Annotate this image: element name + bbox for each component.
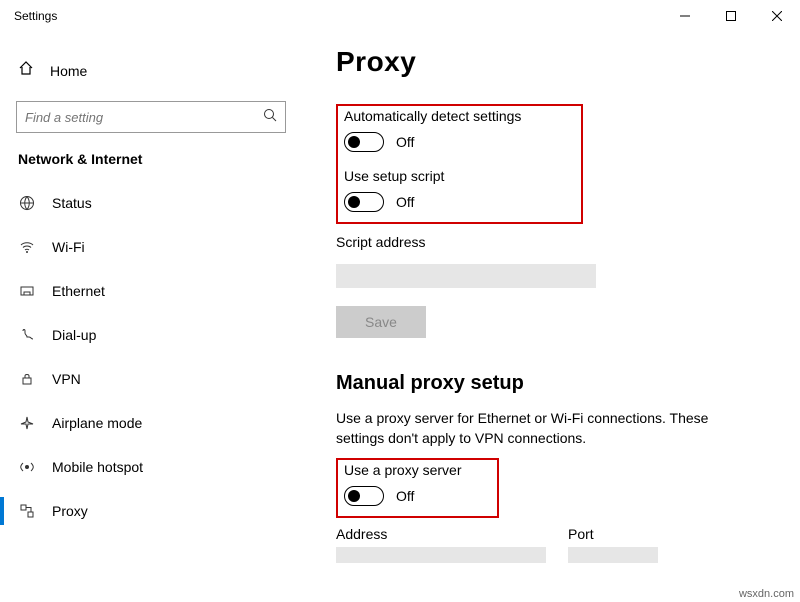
setup-script-label: Use setup script <box>344 168 521 184</box>
sidebar-item-vpn[interactable]: VPN <box>0 357 302 401</box>
setup-script-state: Off <box>396 194 414 210</box>
close-button[interactable] <box>754 0 800 32</box>
category-title: Network & Internet <box>0 151 302 181</box>
sidebar-item-label: Ethernet <box>52 283 105 299</box>
window-title: Settings <box>14 9 57 23</box>
home-label: Home <box>50 63 87 79</box>
script-address-label: Script address <box>336 234 766 250</box>
highlight-box-manual: Use a proxy server Off <box>336 458 499 518</box>
sidebar-item-status[interactable]: Status <box>0 181 302 225</box>
content-panel: Proxy Automatically detect settings Off … <box>302 32 800 602</box>
maximize-icon <box>726 11 736 21</box>
nav-list: Status Wi-Fi Ethernet Dial-up VPN Airpla… <box>0 181 302 533</box>
search-box[interactable] <box>16 101 286 133</box>
sidebar-item-hotspot[interactable]: Mobile hotspot <box>0 445 302 489</box>
hotspot-icon <box>18 459 36 475</box>
script-address-input[interactable] <box>336 264 596 288</box>
search-input[interactable] <box>25 110 263 125</box>
manual-section-title: Manual proxy setup <box>336 372 766 395</box>
search-icon <box>263 108 277 127</box>
port-label: Port <box>568 526 658 542</box>
minimize-icon <box>680 11 690 21</box>
address-input[interactable] <box>336 547 546 563</box>
address-port-row: Address Port <box>336 526 766 564</box>
use-proxy-state: Off <box>396 488 414 504</box>
watermark: wsxdn.com <box>739 588 794 600</box>
sidebar-item-proxy[interactable]: Proxy <box>0 489 302 533</box>
sidebar-item-airplane[interactable]: Airplane mode <box>0 401 302 445</box>
auto-detect-label: Automatically detect settings <box>344 108 521 124</box>
close-icon <box>772 11 782 21</box>
manual-section-desc: Use a proxy server for Ethernet or Wi-Fi… <box>336 409 756 448</box>
home-icon <box>18 60 34 81</box>
sidebar-item-wifi[interactable]: Wi-Fi <box>0 225 302 269</box>
sidebar-item-label: VPN <box>52 371 81 387</box>
sidebar-item-ethernet[interactable]: Ethernet <box>0 269 302 313</box>
sidebar-item-label: Wi-Fi <box>52 239 85 255</box>
proxy-icon <box>18 503 36 519</box>
wifi-icon <box>18 239 36 255</box>
use-proxy-toggle[interactable] <box>344 486 384 506</box>
status-icon <box>18 195 36 211</box>
sidebar-item-label: Dial-up <box>52 327 96 343</box>
use-proxy-label: Use a proxy server <box>344 462 461 478</box>
sidebar-item-label: Airplane mode <box>52 415 142 431</box>
airplane-icon <box>18 415 36 431</box>
address-label: Address <box>336 526 546 542</box>
dialup-icon <box>18 327 36 343</box>
auto-detect-toggle[interactable] <box>344 132 384 152</box>
sidebar-item-label: Mobile hotspot <box>52 459 143 475</box>
home-button[interactable]: Home <box>0 52 302 89</box>
window-controls <box>662 0 800 32</box>
vpn-icon <box>18 371 36 387</box>
ethernet-icon <box>18 283 36 299</box>
auto-detect-state: Off <box>396 134 414 150</box>
setup-script-toggle[interactable] <box>344 192 384 212</box>
sidebar: Home Network & Internet Status Wi-Fi Eth… <box>0 32 302 602</box>
minimize-button[interactable] <box>662 0 708 32</box>
page-title: Proxy <box>336 46 766 78</box>
highlight-box-auto: Automatically detect settings Off Use se… <box>336 104 583 224</box>
maximize-button[interactable] <box>708 0 754 32</box>
port-input[interactable] <box>568 547 658 563</box>
sidebar-item-dialup[interactable]: Dial-up <box>0 313 302 357</box>
sidebar-item-label: Proxy <box>52 503 88 519</box>
save-button[interactable]: Save <box>336 306 426 338</box>
sidebar-item-label: Status <box>52 195 92 211</box>
